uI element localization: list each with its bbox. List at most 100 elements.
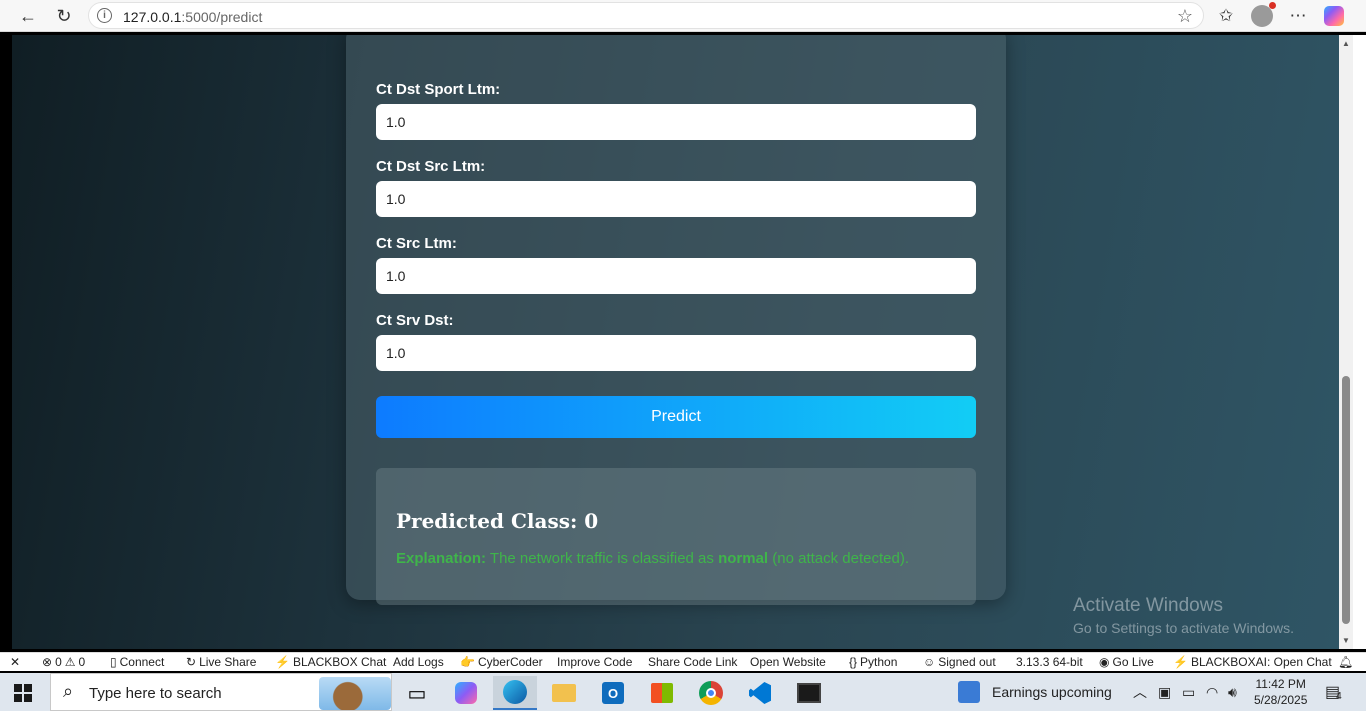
- vscode-status-bar: ✕ ⊗ 0 ⚠ 0 ▯ Connect ↻ Live Share ⚡ BLACKBOX C…: [0, 652, 1366, 671]
- explanation-text: Explanation: The network traffic is clas…: [396, 550, 909, 567]
- info-icon[interactable]: i: [97, 8, 112, 23]
- connect-label: Connect: [119, 655, 165, 669]
- field-label-ct-dst-sport-ltm: Ct Dst Sport Ltm:: [376, 81, 501, 98]
- cybercoder-item[interactable]: 👉 CyberCoder: [460, 655, 543, 669]
- url-host: 127.0.0.1: [123, 9, 182, 25]
- blackboxai-item[interactable]: ⚡ BLACKBOXAI: Open Chat: [1173, 655, 1332, 669]
- blackbox-chat-label: BLACKBOX Chat: [292, 655, 387, 669]
- copilot-icon[interactable]: [1322, 4, 1346, 28]
- bell-icon[interactable]: 🔔︎: [1338, 655, 1353, 669]
- device-icon: ▯: [110, 655, 117, 669]
- connect-item[interactable]: ▯ Connect: [110, 655, 164, 669]
- account-icon: ☺: [923, 655, 936, 669]
- share-code-link-item[interactable]: Share Code Link: [648, 655, 737, 669]
- copilot-taskbar-icon[interactable]: [444, 676, 488, 710]
- add-logs-item[interactable]: Add Logs: [393, 655, 444, 669]
- vscode-icon[interactable]: [738, 676, 782, 710]
- notification-center[interactable]: ▤ 4: [1325, 673, 1342, 711]
- url-path: :5000/predict: [181, 9, 263, 25]
- cybercoder-label: CyberCoder: [477, 655, 543, 669]
- blackbox-chat-item[interactable]: ⚡ BLACKBOX Chat: [275, 655, 386, 669]
- language-item[interactable]: {} Python: [849, 655, 897, 669]
- windows-start-icon[interactable]: [14, 684, 32, 702]
- bolt-icon-2: ⚡: [1173, 655, 1188, 669]
- signed-out-label: Signed out: [938, 655, 996, 669]
- wifi-icon[interactable]: ◠: [1206, 673, 1218, 711]
- search-highlight-image: [319, 677, 391, 710]
- prediction-card: Ct Dst Sport Ltm: Ct Dst Src Ltm: Ct Src…: [346, 35, 1006, 605]
- input-ct-src-ltm[interactable]: [376, 258, 976, 294]
- live-share-label: Live Share: [199, 655, 257, 669]
- refresh-icon[interactable]: ↻: [51, 4, 77, 28]
- open-website-item[interactable]: Open Website: [750, 655, 826, 669]
- predict-button[interactable]: Predict: [376, 396, 976, 438]
- search-placeholder: Type here to search: [89, 685, 222, 702]
- page-scrollbar[interactable]: ▲ ▼: [1339, 35, 1353, 649]
- news-widget[interactable]: Earnings upcoming: [958, 673, 1112, 711]
- file-explorer-icon[interactable]: [542, 676, 586, 710]
- live-share-icon: ↻: [186, 655, 197, 669]
- edge-icon[interactable]: [493, 676, 537, 710]
- field-label-ct-src-ltm: Ct Src Ltm:: [376, 235, 457, 252]
- clock-time: 11:42 PM: [1255, 677, 1306, 691]
- improve-code-item[interactable]: Improve Code: [557, 655, 632, 669]
- taskbar-search[interactable]: ⌕ Type here to search: [50, 673, 392, 711]
- notification-count: 4: [1336, 690, 1342, 702]
- windows-taskbar: ⌕ Type here to search ▭ O Earnings upcom…: [0, 673, 1366, 711]
- error-icon: ⊗: [42, 655, 53, 669]
- browser-toolbar: ← ↻ i 127.0.0.1:5000/predict ☆ ✩ ⋯: [0, 0, 1366, 32]
- volume-icon[interactable]: 🔊︎: [1228, 673, 1237, 711]
- language-label: Python: [860, 655, 898, 669]
- input-ct-srv-dst[interactable]: [376, 335, 976, 371]
- hand-icon: 👉: [460, 655, 475, 669]
- store-icon[interactable]: [640, 676, 684, 710]
- system-clock[interactable]: 11:42 PM 5/28/2025: [1254, 676, 1307, 708]
- problems-indicator[interactable]: ⊗ 0 ⚠ 0: [42, 655, 85, 669]
- explanation-strong: normal: [718, 550, 769, 567]
- signed-out-item[interactable]: ☺ Signed out: [923, 655, 996, 669]
- python-version-item[interactable]: 3.13.3 64-bit: [1016, 655, 1083, 669]
- photos-icon[interactable]: [787, 676, 831, 710]
- broadcast-icon: ◉: [1099, 655, 1110, 669]
- meet-now-icon[interactable]: ▣: [1158, 673, 1171, 711]
- battery-icon[interactable]: ▭: [1182, 673, 1195, 711]
- url-text: 127.0.0.1:5000/predict: [123, 9, 262, 25]
- favorites-icon[interactable]: ✩: [1214, 4, 1238, 28]
- blackboxai-label: BLACKBOXAI: Open Chat: [1190, 655, 1332, 669]
- back-icon[interactable]: ←: [15, 4, 41, 28]
- address-bar[interactable]: i 127.0.0.1:5000/predict ☆: [88, 2, 1204, 29]
- activate-subtitle: Go to Settings to activate Windows.: [1073, 620, 1294, 636]
- profile-avatar-icon[interactable]: [1250, 2, 1276, 28]
- news-icon: [958, 681, 980, 703]
- warning-icon: ⚠: [64, 655, 76, 669]
- activate-windows-watermark: Activate Windows Go to Settings to activ…: [1073, 595, 1294, 636]
- go-live-item[interactable]: ◉ Go Live: [1099, 655, 1154, 669]
- input-ct-dst-src-ltm[interactable]: [376, 181, 976, 217]
- page-background: Ct Dst Sport Ltm: Ct Dst Src Ltm: Ct Src…: [12, 35, 1339, 649]
- chrome-icon[interactable]: [689, 676, 733, 710]
- explanation-body: The network traffic is classified as: [489, 550, 714, 567]
- warning-count: 0: [78, 655, 86, 669]
- favorite-star-icon[interactable]: ☆: [1177, 6, 1193, 27]
- more-menu-icon[interactable]: ⋯: [1286, 4, 1310, 28]
- outlook-icon[interactable]: O: [591, 676, 635, 710]
- error-count: 0: [55, 655, 62, 669]
- go-live-label: Go Live: [1112, 655, 1154, 669]
- right-edge-strip: [1353, 35, 1366, 649]
- bolt-icon: ⚡: [275, 655, 290, 669]
- scroll-down-icon[interactable]: ▼: [1342, 636, 1350, 645]
- live-share-item[interactable]: ↻ Live Share: [186, 655, 256, 669]
- search-icon: ⌕: [63, 681, 74, 701]
- scroll-thumb[interactable]: [1342, 376, 1350, 624]
- task-view-icon[interactable]: ▭: [395, 676, 439, 710]
- field-label-ct-dst-src-ltm: Ct Dst Src Ltm:: [376, 158, 486, 175]
- clock-date: 5/28/2025: [1254, 693, 1308, 707]
- result-box: Predicted Class: 0 Explanation: The netw…: [376, 468, 976, 605]
- field-label-ct-srv-dst: Ct Srv Dst:: [376, 312, 454, 329]
- braces-icon: {}: [849, 655, 858, 669]
- remote-icon[interactable]: ✕: [10, 655, 20, 669]
- scroll-up-icon[interactable]: ▲: [1342, 39, 1350, 48]
- tray-chevron-icon[interactable]: ︿: [1133, 673, 1147, 711]
- input-ct-dst-sport-ltm[interactable]: [376, 104, 976, 140]
- explanation-label: Explanation:: [396, 550, 487, 567]
